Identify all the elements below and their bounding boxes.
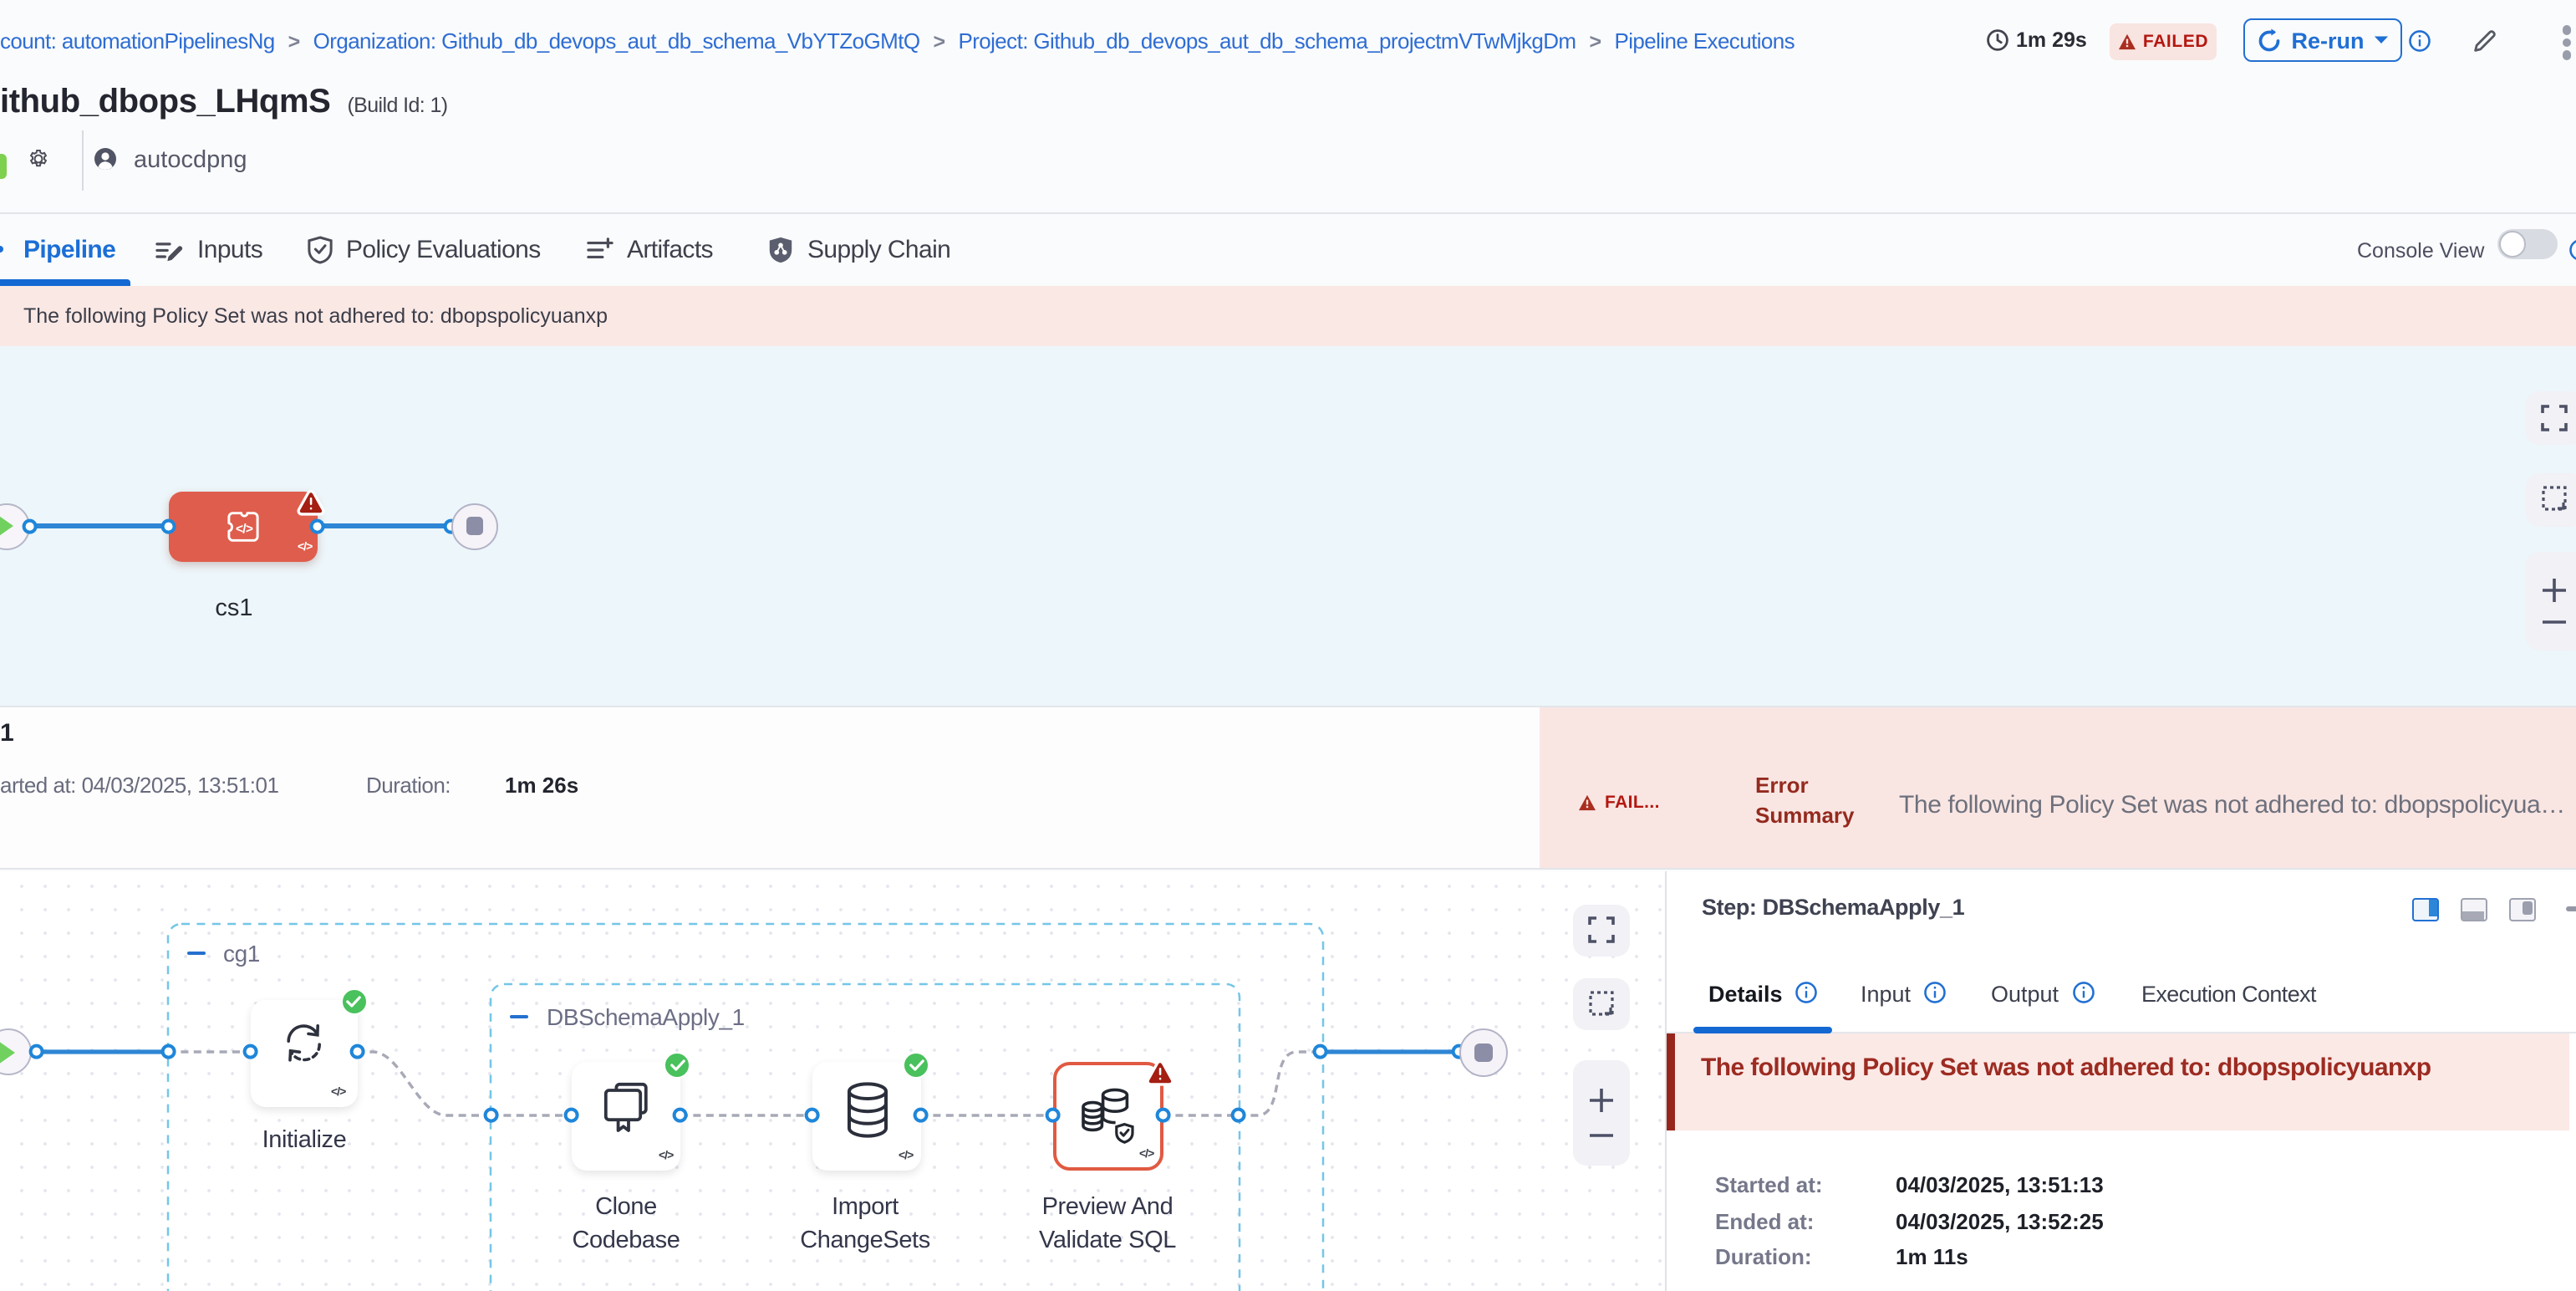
svg-text:</>: </> xyxy=(236,521,253,535)
